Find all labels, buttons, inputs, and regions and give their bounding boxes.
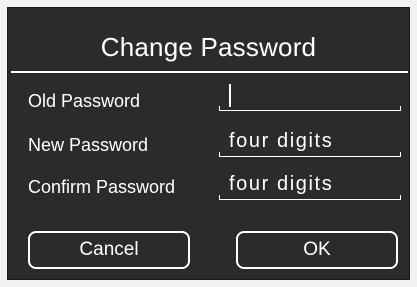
text-caret — [229, 84, 231, 107]
field-underline — [219, 156, 401, 157]
field-underline — [219, 199, 401, 200]
field-tick-right — [400, 195, 401, 200]
dialog-title: Change Password — [100, 32, 317, 62]
field-tick-left — [219, 195, 220, 200]
new-password-value: four digits — [229, 130, 334, 152]
confirm-password-field[interactable]: four digits — [219, 172, 401, 200]
field-tick-right — [400, 106, 401, 111]
old-password-label: Old Password — [28, 91, 141, 111]
field-underline — [219, 110, 401, 111]
title-divider — [11, 71, 408, 73]
new-password-label: New Password — [28, 135, 149, 155]
ok-button[interactable]: OK — [236, 231, 398, 269]
field-tick-right — [400, 152, 401, 157]
field-tick-left — [219, 106, 220, 111]
cancel-button[interactable]: Cancel — [28, 231, 190, 269]
old-password-field[interactable] — [219, 83, 401, 111]
change-password-dialog: Change Password Old Password New Passwor… — [7, 7, 410, 280]
confirm-password-label: Confirm Password — [28, 177, 176, 197]
confirm-password-value: four digits — [229, 173, 334, 195]
new-password-field[interactable]: four digits — [219, 129, 401, 157]
field-tick-left — [219, 152, 220, 157]
